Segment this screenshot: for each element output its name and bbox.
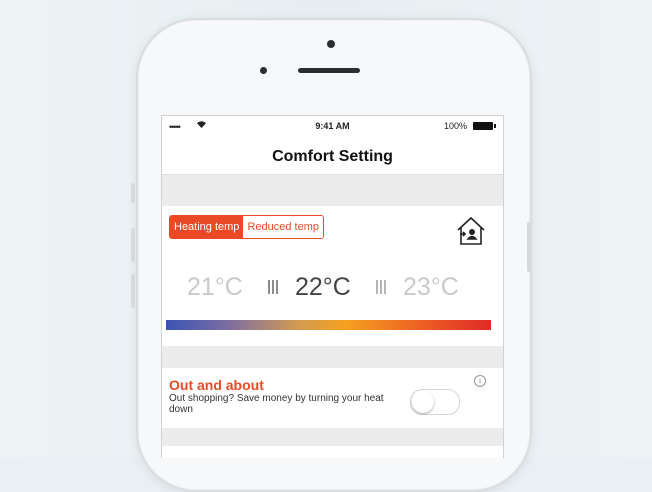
temp-option-high[interactable]: 23°C	[403, 270, 459, 304]
page-title: Comfort Setting	[272, 148, 393, 165]
camera-dot	[327, 40, 335, 48]
battery-icon	[473, 122, 496, 130]
app-screen: ••••• 9:41 AM 100% Comfort Setting Heati…	[161, 115, 504, 458]
temperature-card: Heating temp Reduced temp 21°C 22°C 23°C	[162, 206, 503, 346]
front-camera	[260, 67, 267, 74]
temperature-gradient-bar	[166, 320, 491, 330]
out-and-about-card: Out and about Out shopping? Save money b…	[162, 368, 503, 428]
tab-heating-temp[interactable]: Heating temp	[170, 216, 244, 238]
volume-down-button	[131, 274, 135, 308]
temp-option-low[interactable]: 21°C	[187, 270, 243, 304]
temperature-scroller[interactable]: 21°C 22°C 23°C	[162, 270, 503, 304]
house-person-icon[interactable]	[454, 214, 488, 248]
silent-switch	[131, 183, 135, 203]
power-button	[527, 222, 531, 272]
volume-up-button	[131, 228, 135, 262]
out-and-about-title: Out and about	[169, 377, 264, 393]
temp-mode-tabs: Heating temp Reduced temp	[169, 215, 324, 239]
toggle-knob	[412, 391, 434, 413]
nav-bar: Comfort Setting	[162, 136, 503, 175]
separator-icon	[376, 280, 388, 294]
out-and-about-subtitle: Out shopping? Save money by turning your…	[169, 393, 384, 415]
out-and-about-toggle[interactable]	[410, 389, 460, 415]
next-card	[162, 446, 503, 458]
tab-reduced-temp[interactable]: Reduced temp	[243, 216, 323, 238]
separator-icon	[268, 280, 280, 294]
earpiece-speaker	[298, 68, 360, 73]
temp-option-selected[interactable]: 22°C	[295, 270, 351, 304]
info-icon[interactable]: i	[474, 375, 486, 387]
battery-percent: 100%	[443, 121, 467, 131]
status-bar: ••••• 9:41 AM 100%	[162, 116, 503, 136]
